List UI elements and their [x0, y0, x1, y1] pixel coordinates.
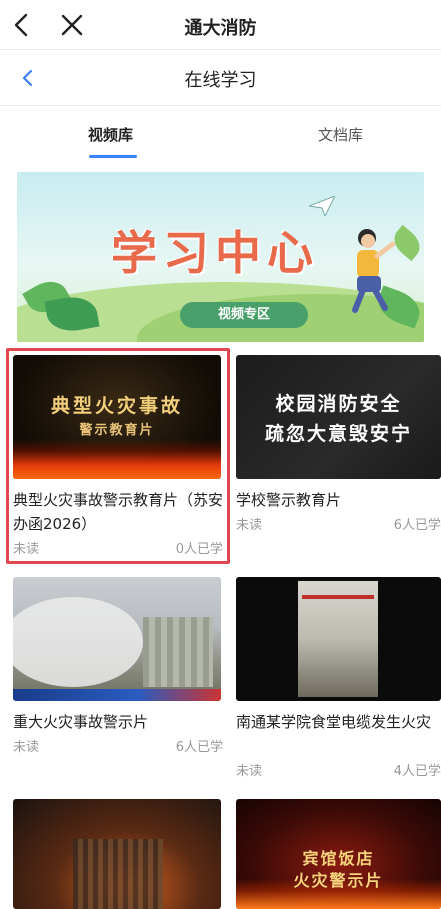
read-status: 未读	[13, 740, 40, 755]
learner-count: 4人已学	[393, 764, 441, 779]
learner-count: 0人已学	[175, 542, 223, 557]
thumbnail-subtitle: 火灾警示片	[293, 871, 384, 890]
learner-count: 6人已学	[393, 518, 441, 533]
video-title[interactable]: 学校警示教育片	[236, 488, 441, 512]
thumbnail-subtitle: 警示教育片	[79, 423, 155, 438]
page-header: 在线学习	[0, 50, 441, 106]
thumbnail-title: 宾馆饭店	[302, 849, 375, 868]
video-zone-badge: 视频专区	[180, 302, 308, 328]
flames	[13, 439, 221, 479]
video-card[interactable]: 宾馆饭店 火灾警示片	[236, 799, 441, 909]
app-title: 通大消防	[184, 18, 257, 39]
tab-video-library[interactable]: 视频库	[88, 124, 133, 145]
tab-bar: 视频库 文档库	[0, 106, 441, 162]
video-thumbnail[interactable]	[13, 799, 221, 909]
learning-center-banner[interactable]: 学习中心 视频专区	[17, 172, 424, 342]
child-illustration	[352, 229, 396, 313]
tab-document-library[interactable]: 文档库	[318, 124, 363, 145]
thumbnail-title: 校园消防安全	[275, 393, 402, 415]
video-thumbnail[interactable]	[13, 577, 221, 701]
video-thumbnail[interactable]: 校园消防安全 疏忽大意毁安宁	[236, 355, 441, 479]
paper-plane-icon	[309, 196, 335, 216]
banner-strip	[302, 595, 374, 599]
video-title[interactable]: 典型火灾事故警示教育片（苏安办函2026）	[13, 488, 223, 536]
read-status: 未读	[236, 764, 263, 779]
learner-count: 6人已学	[175, 740, 223, 755]
burning-building	[73, 839, 163, 909]
buildings	[143, 617, 213, 687]
banner-title: 学习中心	[111, 226, 319, 280]
page-title: 在线学习	[184, 70, 257, 91]
smoke-cloud	[13, 597, 143, 687]
video-title[interactable]: 南通某学院食堂电缆发生火灾	[236, 710, 441, 734]
video-thumbnail[interactable]: 典型火灾事故 警示教育片	[13, 355, 221, 479]
video-thumbnail[interactable]	[236, 577, 441, 701]
video-card[interactable]	[13, 799, 223, 909]
video-thumbnail[interactable]: 宾馆饭店 火灾警示片	[236, 799, 441, 909]
video-title[interactable]: 重大火灾事故警示片	[13, 710, 223, 734]
thumbnail-title: 典型火灾事故	[50, 395, 183, 417]
video-card[interactable]: 校园消防安全 疏忽大意毁安宁 学校警示教育片 未读 6人已学	[236, 355, 441, 555]
news-ticker	[13, 689, 221, 701]
read-status: 未读	[13, 542, 40, 557]
video-card[interactable]: 典型火灾事故 警示教育片 典型火灾事故警示教育片（苏安办函2026） 未读 0人…	[13, 355, 223, 557]
thumbnail-subtitle: 疏忽大意毁安宁	[264, 423, 412, 445]
active-tab-indicator	[89, 155, 137, 158]
app-header: 通大消防	[0, 0, 441, 50]
read-status: 未读	[236, 518, 263, 533]
video-card[interactable]: 南通某学院食堂电缆发生火灾 未读 4人已学	[236, 577, 441, 779]
video-card[interactable]: 重大火灾事故警示片 未读 6人已学	[13, 577, 223, 777]
